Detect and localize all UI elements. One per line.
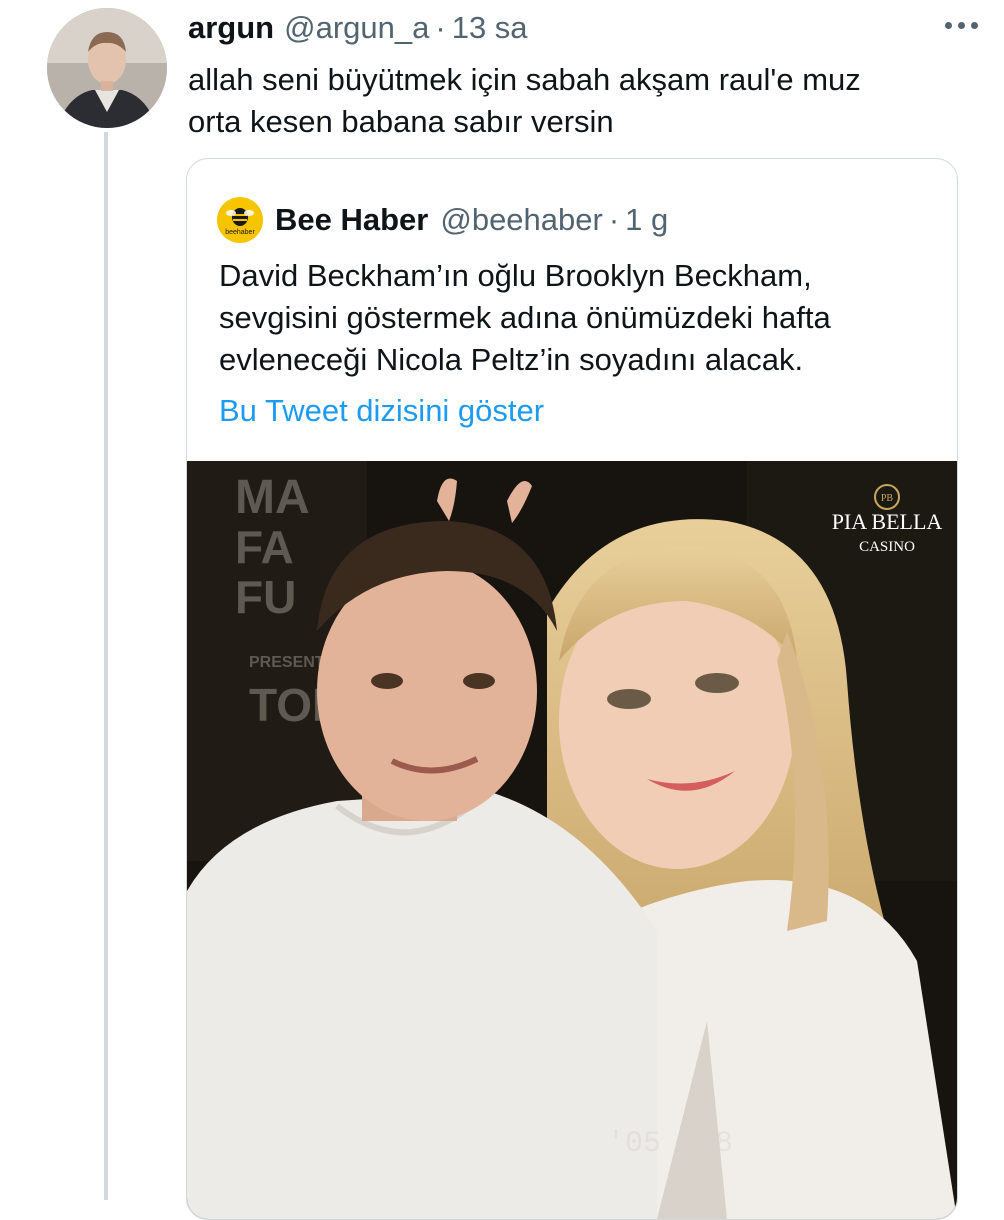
display-name[interactable]: argun: [188, 10, 274, 46]
show-thread-link[interactable]: Bu Tweet dizisini göster: [219, 393, 544, 429]
user-handle[interactable]: @argun_a: [284, 10, 429, 46]
more-options-icon[interactable]: [945, 22, 978, 29]
tweet-text-line: allah seni büyütmek için sabah akşam rau…: [188, 62, 861, 97]
quoted-tweet-header: beehaber Bee Haber @beehaber · 1 g: [217, 197, 668, 243]
separator-dot: ·: [608, 202, 620, 237]
thread-connector-line: [104, 132, 108, 1200]
separator-dot: ·: [435, 10, 446, 45]
tweet-timestamp[interactable]: 13 sa: [452, 10, 528, 46]
tweet[interactable]: argun @argun_a · 13 sa allah seni büyütm…: [188, 10, 988, 143]
watermark-monogram: PB: [881, 493, 894, 504]
quoted-display-name[interactable]: Bee Haber: [275, 202, 428, 238]
quoted-tweet-photo[interactable]: MA FA FU PRESENTED TOP PB PIA BELLA CASI…: [187, 461, 957, 1219]
quoted-tweet-text: David Beckham’ın oğlu Brooklyn Beckham, …: [219, 255, 939, 381]
tweet-text: allah seni büyütmek için sabah akşam rau…: [188, 59, 968, 143]
watermark-subtitle: CASINO: [859, 539, 915, 555]
quoted-user-handle[interactable]: @beehaber: [440, 202, 602, 238]
watermark-title: PIA BELLA: [832, 509, 943, 534]
wall-text: FA: [235, 521, 294, 573]
avatar-photo: [47, 8, 167, 128]
bee-icon: [226, 207, 254, 226]
bee-haber-logo-icon[interactable]: beehaber: [217, 197, 263, 243]
quoted-text-line: evleneceği Nicola Peltz’in soyadını alac…: [219, 342, 804, 377]
logo-text: beehaber: [225, 228, 255, 236]
tweet-header: argun @argun_a · 13 sa: [188, 10, 988, 46]
wall-text: FU: [235, 571, 296, 623]
user-avatar[interactable]: [47, 8, 167, 128]
couple-photo: MA FA FU PRESENTED TOP PB PIA BELLA CASI…: [187, 461, 957, 1219]
tweet-text-line: orta kesen babana sabır versin: [188, 104, 614, 139]
date-stamp: '05 3 8: [607, 1127, 733, 1161]
quoted-text-line: sevgisini göstermek adına önümüzdeki haf…: [219, 300, 831, 335]
quoted-tweet-timestamp[interactable]: 1 g: [625, 202, 668, 238]
quoted-text-line: David Beckham’ın oğlu Brooklyn Beckham,: [219, 258, 812, 293]
wall-text: MA: [235, 471, 310, 524]
quoted-tweet-card[interactable]: beehaber Bee Haber @beehaber · 1 g David…: [186, 158, 958, 1220]
